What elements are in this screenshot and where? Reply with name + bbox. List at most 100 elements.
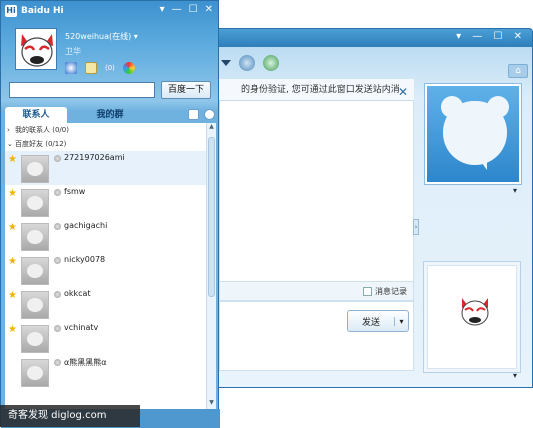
avatar[interactable] xyxy=(15,28,57,70)
status-dot-icon xyxy=(54,223,61,230)
title-bar: Hi Baidu Hi xyxy=(5,4,64,18)
chat-window: ▾ — ☐ ✕ ⌂ 的身份验证, 您可通过此窗口发送站内消 ✕ 消息记录 发送 … xyxy=(200,28,533,388)
group-label: 百度好友 (0/12) xyxy=(15,140,67,148)
star-icon: ★ xyxy=(8,256,17,267)
skin-palette-icon[interactable] xyxy=(122,62,135,74)
list-item[interactable]: ★ vchinatv xyxy=(5,321,206,355)
history-clock-icon[interactable] xyxy=(204,109,215,120)
contacts-window: Hi Baidu Hi ▾ — ☐ ✕ 520weihua(在线) ▾ 卫华 (… xyxy=(0,0,220,428)
group-label: 我的联系人 (0/0) xyxy=(15,126,69,134)
star-icon: ★ xyxy=(8,222,17,233)
contact-name: okkcat xyxy=(64,289,91,298)
mail-icon[interactable] xyxy=(85,62,97,74)
contact-list: › 我的联系人 (0/0) ⌄ 百度好友 (0/12) ★ 272197026a… xyxy=(5,123,206,409)
contact-name: nicky0078 xyxy=(64,255,106,264)
baidu-hi-bubble-icon xyxy=(443,101,507,165)
add-contact-icon[interactable] xyxy=(188,109,199,120)
voice-call-icon[interactable] xyxy=(263,55,279,71)
scroll-down-icon[interactable]: ▼ xyxy=(207,399,216,409)
search-button[interactable]: 百度一下 xyxy=(161,81,211,99)
list-item[interactable]: ★ fsmw xyxy=(5,185,206,219)
menu-dropdown-icon[interactable]: ▾ xyxy=(160,4,165,15)
watermark: 奇客发现 diglog.com xyxy=(0,405,140,427)
contact-avatar xyxy=(21,189,49,217)
star-icon: ★ xyxy=(8,290,17,301)
close-icon[interactable]: ✕ xyxy=(205,4,213,15)
star-icon: ★ xyxy=(8,188,17,199)
scroll-up-icon[interactable]: ▲ xyxy=(207,123,216,133)
list-item[interactable]: ★ okkcat xyxy=(5,287,206,321)
baidu-hi-logo: Hi xyxy=(5,5,17,17)
list-item[interactable]: ★ α熊黑黑熊α xyxy=(5,355,206,389)
contact-avatar xyxy=(21,155,49,183)
tab-contacts[interactable]: 联系人 xyxy=(5,107,67,123)
history-label: 消息记录 xyxy=(375,287,407,296)
status-dot-icon xyxy=(54,325,61,332)
list-item[interactable]: ★ gachigachi xyxy=(5,219,206,253)
message-input[interactable]: 发送 ▾ xyxy=(219,301,414,371)
tab-my-groups[interactable]: 我的群 xyxy=(75,107,145,123)
message-history-button[interactable]: 消息记录 xyxy=(363,286,407,297)
contact-avatar xyxy=(21,325,49,353)
scrollbar[interactable]: ▲ ▼ xyxy=(206,123,216,409)
send-options-dropdown[interactable]: ▾ xyxy=(394,316,408,326)
star-icon: ★ xyxy=(8,324,17,335)
list-item[interactable]: ★ 272197026ami xyxy=(5,151,206,185)
chat-window-buttons[interactable]: ▾ — ☐ ✕ xyxy=(456,31,526,42)
verification-notice: 的身份验证, 您可通过此窗口发送站内消 xyxy=(219,79,414,101)
star-icon: ★ xyxy=(8,154,17,165)
maximize-icon[interactable]: ☐ xyxy=(189,4,198,15)
contact-name: vchinatv xyxy=(64,323,99,332)
space-icon[interactable] xyxy=(65,62,77,74)
username-status[interactable]: 520weihua(在线) ▾ xyxy=(65,31,138,42)
profile-quick-icons: (0) xyxy=(65,62,135,74)
status-dot-icon xyxy=(54,291,61,298)
status-dot-icon xyxy=(54,189,61,196)
my-avatar-frame xyxy=(427,265,517,369)
chevron-down-icon[interactable]: ▾ xyxy=(513,371,517,380)
bubble-tail xyxy=(477,156,487,170)
contact-avatar xyxy=(21,291,49,319)
contact-name: α熊黑黑熊α xyxy=(64,358,107,367)
chevron-down-icon[interactable]: ▾ xyxy=(513,186,517,195)
status-dot-icon xyxy=(54,257,61,264)
mail-count: (0) xyxy=(105,64,115,72)
contact-name: 272197026ami xyxy=(64,153,125,162)
minimize-icon[interactable]: — xyxy=(172,4,182,15)
contact-avatar xyxy=(21,359,49,387)
window-controls: ▾ — ☐ ✕ xyxy=(160,4,213,15)
collapse-sidebar-handle[interactable]: › xyxy=(413,219,419,235)
input-toolbar: 消息记录 xyxy=(219,281,414,301)
chevron-down-icon: ▾ xyxy=(133,32,138,41)
scrollbar-thumb[interactable] xyxy=(208,137,215,297)
app-title: Baidu Hi xyxy=(21,6,64,16)
search-input[interactable] xyxy=(9,82,155,98)
group-header-my-contacts[interactable]: › 我的联系人 (0/0) xyxy=(5,123,206,137)
status-dot-icon xyxy=(54,155,61,162)
contact-name: gachigachi xyxy=(64,221,108,230)
message-history-area xyxy=(219,101,414,281)
contact-avatar xyxy=(21,257,49,285)
chevron-right-icon: › xyxy=(7,126,10,134)
dropdown-icon[interactable] xyxy=(221,60,231,70)
video-camera-icon[interactable] xyxy=(239,55,255,71)
user-panel-toggle[interactable]: ⌂ xyxy=(508,64,528,78)
close-icon[interactable]: ✕ xyxy=(398,85,408,99)
chevron-down-icon: ⌄ xyxy=(7,140,13,148)
send-button[interactable]: 发送 ▾ xyxy=(347,310,409,332)
contact-avatar xyxy=(21,223,49,251)
contact-avatar-large xyxy=(425,84,521,184)
group-header-baidu-friends[interactable]: ⌄ 百度好友 (0/12) xyxy=(5,137,206,151)
tab-bar: 联系人 我的群 xyxy=(5,107,216,123)
status-dot-icon xyxy=(54,359,61,366)
list-item[interactable]: ★ nicky0078 xyxy=(5,253,206,287)
contact-name: fsmw xyxy=(64,187,86,196)
chat-toolbar xyxy=(221,53,279,73)
my-avatar-panel xyxy=(423,261,521,373)
personal-signature[interactable]: 卫华 xyxy=(65,46,81,57)
history-icon xyxy=(363,287,372,296)
mascot-mask-icon xyxy=(461,298,489,326)
mascot-mask-icon xyxy=(16,29,56,69)
send-label: 发送 xyxy=(361,317,380,328)
username-label: 520weihua(在线) xyxy=(65,32,132,41)
